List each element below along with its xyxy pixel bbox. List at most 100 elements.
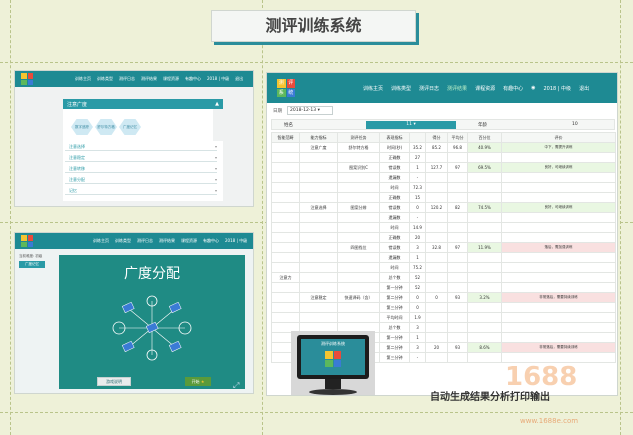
table-cell-score (425, 192, 448, 203)
table-cell-c3: 图案识别C (337, 162, 380, 173)
nav-item[interactable]: 训练主页 (363, 85, 383, 92)
table-cell-v: 75.2 (409, 262, 426, 273)
table-cell-v: 72.3 (409, 182, 426, 193)
table-row: 遗漏数 - (271, 172, 616, 183)
nav-item[interactable]: 测评日志 (119, 76, 135, 82)
age-value: 10 (572, 122, 578, 127)
table-cell-c1: 注意力 (271, 272, 300, 283)
app-logo (21, 73, 33, 85)
table-cell-v: 14.9 (409, 222, 426, 233)
nav-item[interactable]: 训练主页 (93, 238, 109, 244)
table-cell-c1 (271, 302, 300, 313)
accordion-item-4[interactable]: 注意分配 ▾ (65, 175, 217, 184)
table-header-row: 智能范畴 能力指标 测评任务 表现指标 得分 平均分 百分位 评价 (271, 132, 616, 143)
tablet-screen: 测评训练系统 (301, 339, 365, 375)
result-table: 智能范畴 能力指标 测评任务 表现指标 得分 平均分 百分位 评价 注意广度 舒尔… (271, 132, 616, 363)
logout-link[interactable]: 退出 (579, 85, 589, 92)
nav-item[interactable]: 课程资源 (181, 238, 197, 244)
table-cell-c2 (299, 262, 338, 273)
table-row: 遗漏数 - (271, 212, 616, 223)
nav-item[interactable]: 有趣中心 (185, 76, 201, 82)
avatar-icon[interactable]: ◉ (531, 85, 535, 92)
chevron-down-icon: ▾ (214, 155, 217, 160)
nav-item[interactable]: 测评结果 (159, 238, 175, 244)
table-cell-c1 (271, 262, 300, 273)
table-cell-eval: 非常落后，需要持续训练 (501, 342, 616, 353)
table-cell-eval (501, 352, 616, 363)
start-button[interactable]: 开始 ★ (185, 377, 211, 386)
main-nav[interactable]: 训练主页 训练类型 测评日志 测评结果 课程资源 有趣中心 2018 | 中级 … (75, 76, 243, 82)
nav-item[interactable]: 课程资源 (163, 76, 179, 82)
table-cell-pct (467, 352, 502, 363)
accordion-header-active[interactable]: 注意广度 ▲ (63, 99, 223, 109)
table-cell-pct (467, 152, 502, 163)
table-cell-c4: 总个数 (379, 322, 410, 333)
accordion-item-1[interactable]: 注意选择 ▾ (65, 142, 217, 151)
watermark-url: www.1688e.com (520, 417, 579, 425)
table-cell-c4: 第三分钟 (379, 352, 410, 363)
nav-item[interactable]: 测评日志 (137, 238, 153, 244)
table-cell-c2 (299, 192, 338, 203)
user-level: 2018 | 中级 (225, 238, 248, 243)
table-cell-score: 20 (425, 342, 448, 353)
table-cell-c3: 快速译码（含） (337, 292, 380, 303)
table-cell-pct (467, 222, 502, 233)
table-cell-c4: 时间 (379, 262, 410, 273)
month-select[interactable]: 11 ▾ (366, 121, 456, 129)
table-cell-c3: 四图找位 (337, 242, 380, 253)
table-cell-c4: 时间 (379, 182, 410, 193)
game-title: 广度分配 (124, 266, 180, 282)
table-cell-score: 85.2 (425, 142, 448, 153)
table-cell-c4: 时间 (379, 222, 410, 233)
nav-item[interactable]: 训练主页 (75, 76, 91, 82)
accordion-item-3[interactable]: 注意转移 ▾ (65, 164, 217, 173)
user-level: 2018 | 中级 (207, 76, 230, 81)
panel-training-menu: 训练主页 训练类型 测评日志 测评结果 课程资源 有趣中心 2018 | 中级 … (14, 70, 254, 207)
nav-item-active[interactable]: 测评结果 (447, 85, 467, 92)
nav-item[interactable]: 测评结果 (141, 76, 157, 82)
watermark-logo: 1688 (505, 362, 578, 392)
age-label: 年龄 (478, 123, 487, 128)
name-label: 姓名 (284, 123, 293, 128)
table-cell-c4: 时间(秒) (379, 142, 410, 153)
table-cell-c2 (299, 152, 338, 163)
table-cell-pct (467, 322, 502, 333)
table-cell-pct: 74.5% (467, 202, 502, 213)
nav-item[interactable]: 训练类型 (115, 238, 131, 244)
logout-link[interactable]: 退出 (253, 238, 254, 244)
caret-down-icon: ▾ (316, 108, 320, 113)
fullscreen-icon[interactable]: ⤢ (233, 381, 239, 391)
accordion-header-label: 注意广度 (67, 102, 88, 108)
table-cell-c3 (337, 262, 380, 273)
date-picker[interactable]: 2018-12-13 ▾ (287, 106, 333, 115)
nav-item[interactable]: 测评日志 (419, 85, 439, 92)
main-nav[interactable]: 训练主页 训练类型 测评日志 测评结果 课程资源 有趣中心 ◉ 2018 | 中… (363, 85, 589, 92)
table-row: 四图找位 错误数 3 32.8 97 11.9% 落后，需加强训练 (271, 242, 616, 253)
game-diagram (112, 295, 192, 361)
table-cell-avg (447, 302, 468, 313)
nav-item[interactable]: 有趣中心 (203, 238, 219, 244)
table-cell-c1 (271, 212, 300, 223)
main-nav[interactable]: 训练主页 训练类型 测评日志 测评结果 课程资源 有趣中心 2018 | 中级 … (93, 238, 254, 244)
nav-item[interactable]: 训练类型 (97, 76, 113, 82)
table-row: 注意选择 图案分辨 错误数 0 120.2 82 74.5% 良好，可继续训练 (271, 202, 616, 213)
table-cell-c3 (337, 212, 380, 223)
logo-char: 测 (277, 79, 286, 88)
nav-item[interactable]: 课程资源 (475, 85, 495, 92)
accordion-item-2[interactable]: 注意稳定 ▾ (65, 153, 217, 162)
logout-link[interactable]: 退出 (235, 76, 243, 82)
table-cell-v: 27 (409, 152, 426, 163)
column-header: 评价 (501, 132, 616, 143)
nav-item[interactable]: 有趣中心 (503, 85, 523, 92)
game-help-button[interactable]: 游戏说明 (97, 377, 131, 386)
accordion-item-label: 注意分配 (69, 177, 85, 182)
level-select-button[interactable]: 广度记忆 (19, 261, 45, 268)
page-title: 测评训练系统 (211, 10, 416, 42)
app-logo: 测 评 系 统 (277, 79, 295, 97)
nav-item[interactable]: 训练类型 (391, 85, 411, 92)
table-cell-c3 (337, 252, 380, 263)
accordion-item-5[interactable]: 记忆 ▾ (65, 186, 217, 195)
table-cell-v: 0 (409, 292, 426, 303)
table-cell-eval (501, 152, 616, 163)
table-cell-c4: 错误数 (379, 242, 410, 253)
